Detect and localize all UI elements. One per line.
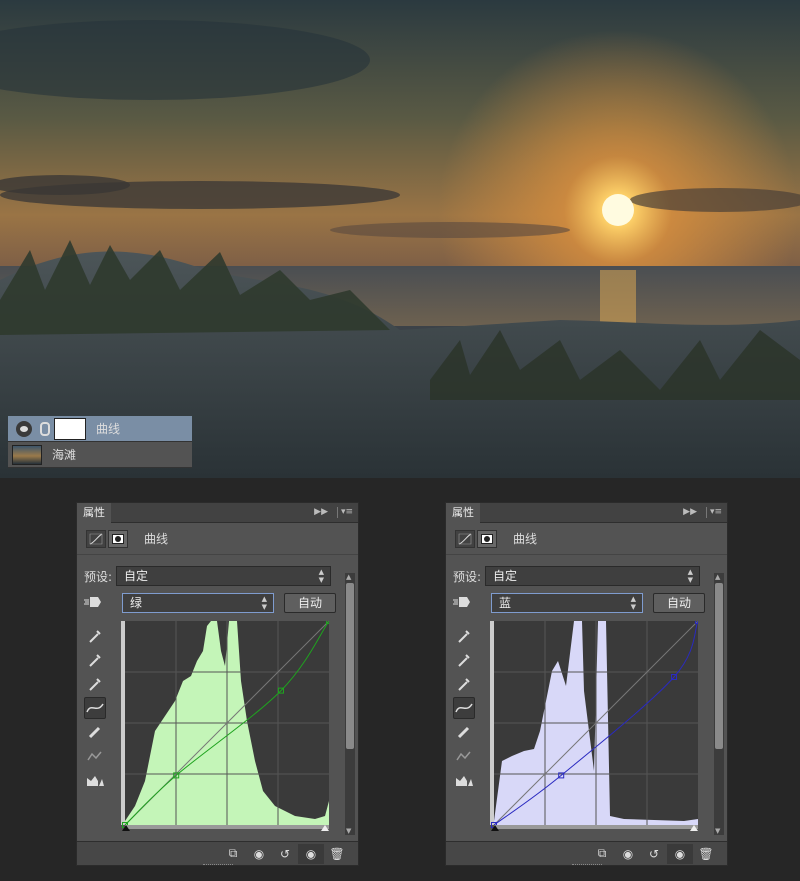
preset-label: 预设: (84, 569, 113, 584)
scrollbar[interactable]: ▲ ▼ (345, 573, 355, 835)
panel-header: 属性 ▶▶ ▾≡ (77, 502, 358, 523)
channel-select[interactable]: 蓝 ▲ ▼ (491, 593, 643, 613)
white-eyedropper-icon[interactable] (84, 673, 106, 695)
mask-icon[interactable] (477, 529, 497, 548)
channel-value: 蓝 (499, 596, 512, 610)
beach-photo (0, 0, 800, 478)
tab-properties[interactable]: 属性 (77, 502, 111, 523)
channel-value: 绿 (130, 596, 143, 610)
chevron-updown-icon: ▲ ▼ (318, 568, 325, 584)
panel-footer: ⧉ ◉ ↺ ◉ 🗑 (77, 841, 358, 865)
auto-button[interactable]: 自动 (653, 593, 705, 613)
double-arrow-icon[interactable]: ▶▶ (683, 507, 697, 517)
pencil-icon[interactable] (84, 721, 106, 743)
properties-panel-green: 属性 ▶▶ ▾≡ 曲线 预设: 自定 ▲ ▼ 绿 ▲ ▼ 自动 ▲ ▼ ⧉ ◉ … (76, 502, 359, 866)
double-arrow-icon[interactable]: ▶▶ (314, 507, 328, 517)
black-eyedropper-icon[interactable] (84, 625, 106, 647)
link-icon[interactable] (40, 421, 50, 436)
view-previous-icon[interactable]: ◉ (615, 844, 641, 864)
panel-menu-icon[interactable]: ▾≡ (706, 507, 722, 518)
curve-point-tool-icon[interactable] (453, 697, 475, 719)
eye-icon[interactable]: ◉ (298, 843, 324, 864)
trash-icon[interactable]: 🗑 (693, 844, 719, 864)
preset-row: 预设: 自定 ▲ ▼ (453, 566, 701, 586)
chevron-updown-icon: ▲ ▼ (687, 568, 694, 584)
reset-icon[interactable]: ↺ (641, 844, 667, 864)
reset-icon[interactable]: ↺ (272, 844, 298, 864)
curves-icon[interactable] (86, 529, 106, 548)
curves-icon[interactable] (455, 529, 475, 548)
curve-tools (453, 625, 477, 793)
workspace: 曲线 海滩 属性 ▶▶ ▾≡ 曲线 预设: 自定 ▲ ▼ 绿 ▲ ▼ 自动 ▲ … (0, 0, 800, 881)
view-previous-icon[interactable]: ◉ (246, 844, 272, 864)
channel-row: 绿 ▲ ▼ 自动 (84, 593, 336, 613)
adjustment-type-row: 曲线 (446, 523, 727, 555)
hand-target-icon[interactable] (453, 594, 477, 613)
panel-header: 属性 ▶▶ ▾≡ (446, 502, 727, 523)
eye-icon[interactable]: ◉ (667, 843, 693, 864)
properties-panel-blue: 属性 ▶▶ ▾≡ 曲线 预设: 自定 ▲ ▼ 蓝 ▲ ▼ 自动 ▲ ▼ ⧉ ◉ … (445, 502, 728, 866)
layer-curves[interactable]: 曲线 (8, 416, 192, 442)
clip-to-layer-icon[interactable]: ⧉ (589, 844, 615, 864)
adjustment-type-row: 曲线 (77, 523, 358, 555)
preset-value: 自定 (493, 569, 518, 583)
preset-select[interactable]: 自定 ▲ ▼ (485, 566, 701, 586)
chevron-updown-icon: ▲ ▼ (630, 595, 636, 611)
channel-select[interactable]: 绿 ▲ ▼ (122, 593, 274, 613)
curve-point-tool-icon[interactable] (84, 697, 106, 719)
preset-label: 预设: (453, 569, 482, 584)
clipping-warning-icon[interactable] (84, 769, 106, 791)
layer-mask-thumbnail[interactable] (54, 417, 86, 440)
tab-properties[interactable]: 属性 (446, 502, 480, 523)
adjustment-layer-icon (16, 420, 32, 437)
auto-button[interactable]: 自动 (284, 593, 336, 613)
channel-row: 蓝 ▲ ▼ 自动 (453, 593, 705, 613)
panel-footer: ⧉ ◉ ↺ ◉ 🗑 (446, 841, 727, 865)
mask-icon[interactable] (108, 529, 128, 548)
curves-graph[interactable] (490, 621, 698, 831)
preset-select[interactable]: 自定 ▲ ▼ (116, 566, 332, 586)
panel-menu-icon[interactable]: ▾≡ (337, 507, 353, 518)
clip-to-layer-icon[interactable]: ⧉ (220, 844, 246, 864)
panel-title: 曲线 (513, 532, 538, 546)
pencil-icon[interactable] (453, 721, 475, 743)
layer-name: 海滩 (52, 448, 77, 462)
preset-value: 自定 (124, 569, 149, 583)
panel-title: 曲线 (144, 532, 169, 546)
layer-name: 曲线 (96, 422, 121, 436)
gray-eyedropper-icon[interactable] (453, 649, 475, 671)
layer-beach[interactable]: 海滩 (8, 442, 192, 468)
hand-target-icon[interactable] (84, 594, 108, 613)
gray-eyedropper-icon[interactable] (84, 649, 106, 671)
curves-graph[interactable] (121, 621, 329, 831)
preset-row: 预设: 自定 ▲ ▼ (84, 566, 332, 586)
chevron-updown-icon: ▲ ▼ (261, 595, 267, 611)
layers-panel: 曲线 海滩 (8, 416, 192, 468)
trash-icon[interactable]: 🗑 (324, 844, 350, 864)
layer-thumbnail[interactable] (12, 444, 42, 465)
clipping-warning-icon[interactable] (453, 769, 475, 791)
black-eyedropper-icon[interactable] (453, 625, 475, 647)
smooth-icon[interactable] (84, 745, 106, 767)
white-eyedropper-icon[interactable] (453, 673, 475, 695)
curve-tools (84, 625, 108, 793)
smooth-icon[interactable] (453, 745, 475, 767)
scrollbar[interactable]: ▲ ▼ (714, 573, 724, 835)
